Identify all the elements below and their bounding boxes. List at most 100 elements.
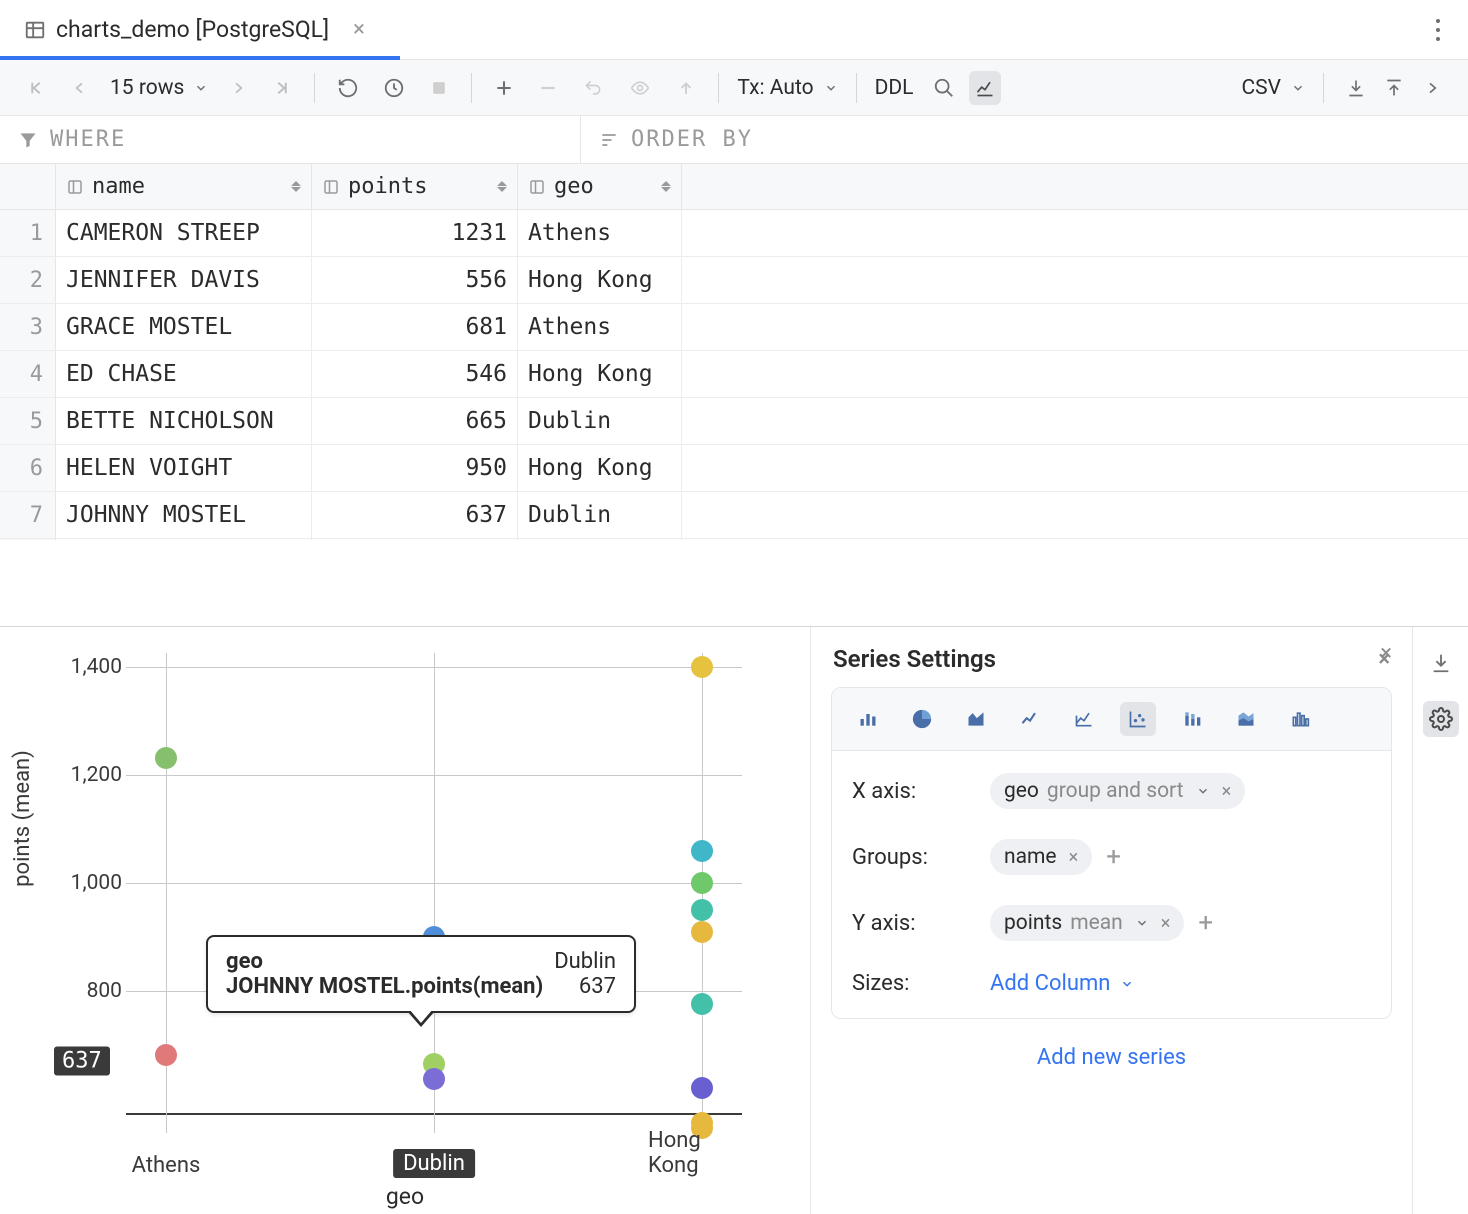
table-row[interactable]: 5BETTE NICHOLSON665Dublin <box>0 398 1468 445</box>
settings-gear-icon[interactable] <box>1423 701 1459 737</box>
chart-point[interactable] <box>691 921 713 943</box>
add-group-icon[interactable]: + <box>1106 842 1121 872</box>
prev-page-icon[interactable] <box>66 71 94 105</box>
table-row[interactable]: 1CAMERON STREEP1231Athens <box>0 210 1468 257</box>
cell-name[interactable]: BETTE NICHOLSON <box>56 398 312 444</box>
groups-field-pill[interactable]: name × <box>990 839 1092 875</box>
table-row[interactable]: 4ED CHASE546Hong Kong <box>0 351 1468 398</box>
cell-points[interactable]: 556 <box>312 257 518 303</box>
chart-point[interactable] <box>155 1044 177 1066</box>
sort-icon[interactable] <box>497 181 507 192</box>
cell-points[interactable]: 681 <box>312 304 518 350</box>
cell-name[interactable]: HELEN VOIGHT <box>56 445 312 491</box>
chart-point[interactable] <box>691 656 713 678</box>
stacked-area-chart-icon[interactable] <box>1228 702 1264 736</box>
where-clause-input[interactable]: WHERE <box>0 116 581 163</box>
cell-name[interactable]: CAMERON STREEP <box>56 210 312 256</box>
cell-name[interactable]: GRACE MOSTEL <box>56 304 312 350</box>
delete-row-icon[interactable] <box>534 71 562 105</box>
kebab-menu-icon[interactable] <box>1426 19 1450 41</box>
cell-name[interactable]: ED CHASE <box>56 351 312 397</box>
submit-icon[interactable] <box>672 71 700 105</box>
upload-icon[interactable] <box>1380 71 1408 105</box>
sizes-add-column-link[interactable]: Add Column <box>990 971 1371 996</box>
chart-x-label: geo <box>386 1183 424 1210</box>
preview-icon[interactable] <box>624 71 656 105</box>
ddl-button[interactable]: DDL <box>875 76 914 100</box>
add-row-icon[interactable] <box>490 71 518 105</box>
table-row[interactable]: 8JOE SWANK776Hong Kong <box>0 539 1468 540</box>
cell-points[interactable]: 1231 <box>312 210 518 256</box>
chart-toggle-icon[interactable] <box>969 71 1001 105</box>
pie-chart-icon[interactable] <box>904 702 940 736</box>
tab-charts-demo[interactable]: charts_demo [PostgreSQL] × <box>24 0 365 60</box>
cell-points[interactable]: 546 <box>312 351 518 397</box>
histogram-chart-icon[interactable] <box>1282 702 1318 736</box>
export-format-dropdown[interactable]: CSV <box>1241 76 1305 100</box>
more-right-icon[interactable] <box>1418 71 1446 105</box>
sort-icon[interactable] <box>291 181 301 192</box>
cell-name[interactable]: JOE SWANK <box>56 539 312 540</box>
add-new-series-link[interactable]: Add new series <box>1037 1045 1186 1070</box>
xaxis-field-pill[interactable]: geo group and sort × <box>990 773 1245 809</box>
y-tick: 1,200 <box>56 763 122 787</box>
chart-point[interactable] <box>423 1068 445 1090</box>
cell-geo[interactable]: Hong Kong <box>518 257 682 303</box>
remove-icon[interactable]: × <box>1161 913 1171 934</box>
grouped-line-chart-icon[interactable] <box>1066 702 1102 736</box>
cell-geo[interactable]: Hong Kong <box>518 539 682 540</box>
yaxis-field-pill[interactable]: points mean × <box>990 905 1184 941</box>
cell-geo[interactable]: Dublin <box>518 398 682 444</box>
search-icon[interactable] <box>929 71 959 105</box>
column-header-points[interactable]: points <box>312 164 518 209</box>
export-chart-icon[interactable] <box>1423 645 1459 681</box>
cell-geo[interactable]: Athens <box>518 304 682 350</box>
remove-icon[interactable]: × <box>1069 847 1079 868</box>
remove-icon[interactable]: × <box>1222 781 1232 802</box>
stacked-bar-chart-icon[interactable] <box>1174 702 1210 736</box>
column-header-name[interactable]: name <box>56 164 312 209</box>
rows-dropdown[interactable]: 15 rows <box>110 76 208 100</box>
bar-chart-icon[interactable] <box>850 702 886 736</box>
first-page-icon[interactable] <box>22 71 50 105</box>
cell-points[interactable]: 665 <box>312 398 518 444</box>
table-row[interactable]: 2JENNIFER DAVIS556Hong Kong <box>0 257 1468 304</box>
panel-close-icon[interactable]: × <box>1380 641 1392 666</box>
reload-icon[interactable] <box>333 71 363 105</box>
cell-points[interactable]: 950 <box>312 445 518 491</box>
revert-icon[interactable] <box>578 71 608 105</box>
yaxis-label: Y axis: <box>852 911 972 936</box>
scatter-chart-icon[interactable] <box>1120 702 1156 736</box>
history-icon[interactable] <box>379 71 409 105</box>
next-page-icon[interactable] <box>224 71 252 105</box>
stop-icon[interactable] <box>425 71 453 105</box>
chart-point[interactable] <box>691 872 713 894</box>
line-chart-icon[interactable] <box>1012 702 1048 736</box>
cell-name[interactable]: JOHNNY MOSTEL <box>56 492 312 538</box>
cell-name[interactable]: JENNIFER DAVIS <box>56 257 312 303</box>
cell-geo[interactable]: Hong Kong <box>518 445 682 491</box>
chart-plot-area[interactable]: geo Dublin JOHNNY MOSTEL.points(mean) 63… <box>126 653 742 1133</box>
table-row[interactable]: 7JOHNNY MOSTEL637Dublin <box>0 492 1468 539</box>
orderby-clause-input[interactable]: ORDER BY <box>581 116 1468 163</box>
table-row[interactable]: 3GRACE MOSTEL681Athens <box>0 304 1468 351</box>
add-yaxis-icon[interactable]: + <box>1198 908 1213 938</box>
tab-close-icon[interactable]: × <box>353 17 365 42</box>
cell-geo[interactable]: Hong Kong <box>518 351 682 397</box>
sort-icon[interactable] <box>661 181 671 192</box>
chart-point[interactable] <box>155 747 177 769</box>
chart-point[interactable] <box>691 899 713 921</box>
table-row[interactable]: 6HELEN VOIGHT950Hong Kong <box>0 445 1468 492</box>
chart-point[interactable] <box>691 840 713 862</box>
cell-points[interactable]: 637 <box>312 492 518 538</box>
column-header-geo[interactable]: geo <box>518 164 682 209</box>
last-page-icon[interactable] <box>268 71 296 105</box>
cell-points[interactable]: 776 <box>312 539 518 540</box>
area-chart-icon[interactable] <box>958 702 994 736</box>
chart-point[interactable] <box>691 993 713 1015</box>
tx-dropdown[interactable]: Tx: Auto <box>737 76 837 100</box>
cell-geo[interactable]: Athens <box>518 210 682 256</box>
cell-geo[interactable]: Dublin <box>518 492 682 538</box>
chart-point[interactable] <box>691 1077 713 1099</box>
download-icon[interactable] <box>1342 71 1370 105</box>
